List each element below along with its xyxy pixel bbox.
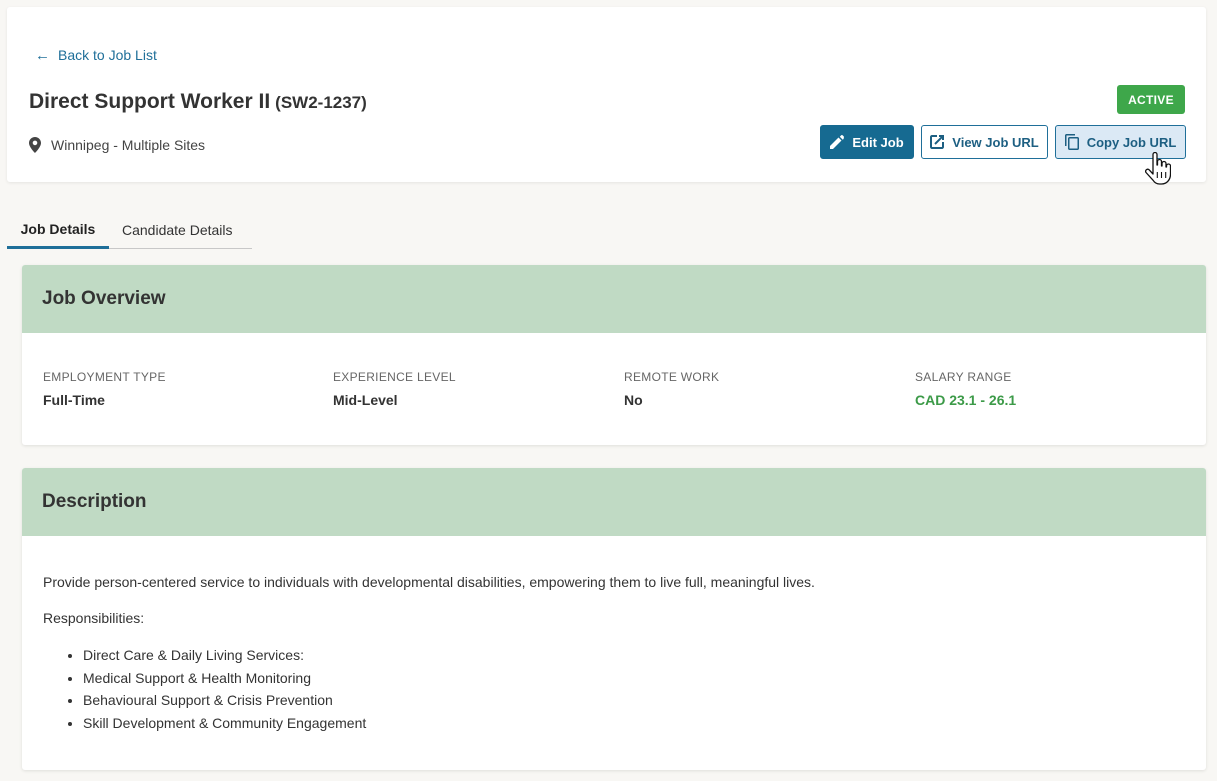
description-section: Description Provide person-centered serv… <box>22 468 1206 770</box>
responsibilities-list: Direct Care & Daily Living Services: Med… <box>43 644 1186 734</box>
arrow-left-icon: ← <box>35 46 50 64</box>
copy-job-url-label: Copy Job URL <box>1086 134 1177 150</box>
status-badge: ACTIVE <box>1117 85 1185 114</box>
hand-cursor-icon <box>1145 152 1171 185</box>
edit-job-button[interactable]: Edit Job <box>820 125 914 159</box>
description-title: Description <box>22 468 1206 536</box>
back-to-job-list-link[interactable]: ← Back to Job List <box>35 47 157 63</box>
experience-level-field: EXPERIENCE LEVEL Mid-Level <box>333 370 456 408</box>
job-title-text: Direct Support Worker II <box>29 90 271 113</box>
list-item: Direct Care & Daily Living Services: <box>83 644 1186 667</box>
view-job-url-label: View Job URL <box>952 134 1039 150</box>
experience-level-label: EXPERIENCE LEVEL <box>333 370 456 384</box>
employment-type-value: Full-Time <box>43 392 105 408</box>
employment-type-label: EMPLOYMENT TYPE <box>43 370 166 384</box>
view-job-url-button[interactable]: View Job URL <box>921 125 1048 159</box>
overview-grid: EMPLOYMENT TYPE Full-Time EXPERIENCE LEV… <box>22 333 1206 445</box>
job-location: Winnipeg - Multiple Sites <box>29 137 205 153</box>
experience-level-value: Mid-Level <box>333 392 398 408</box>
salary-range-label: SALARY RANGE <box>915 370 1012 384</box>
salary-range-field: SALARY RANGE CAD 23.1 - 26.1 <box>915 370 1016 408</box>
job-header-card: ← Back to Job List Direct Support Worker… <box>7 7 1206 182</box>
pencil-icon <box>830 135 845 149</box>
tab-candidate-details[interactable]: Candidate Details <box>109 211 246 249</box>
list-item: Behavioural Support & Crisis Prevention <box>83 689 1186 712</box>
copy-icon <box>1064 134 1079 150</box>
page-title: Direct Support Worker II (SW2-1237) <box>29 90 367 114</box>
edit-job-label: Edit Job <box>852 134 904 150</box>
employment-type-field: EMPLOYMENT TYPE Full-Time <box>43 370 166 408</box>
external-link-icon <box>930 135 945 149</box>
remote-work-label: REMOTE WORK <box>624 370 720 384</box>
description-body: Provide person-centered service to indiv… <box>22 536 1206 734</box>
responsibilities-label: Responsibilities: <box>43 610 145 626</box>
remote-work-value: No <box>624 392 643 408</box>
list-item: Medical Support & Health Monitoring <box>83 667 1186 690</box>
tab-job-details[interactable]: Job Details <box>7 211 109 249</box>
description-intro: Provide person-centered service to indiv… <box>43 574 815 590</box>
salary-range-value: CAD 23.1 - 26.1 <box>915 392 1017 408</box>
job-overview-title: Job Overview <box>22 265 1206 333</box>
location-text: Winnipeg - Multiple Sites <box>51 137 206 153</box>
job-overview-section: Job Overview EMPLOYMENT TYPE Full-Time E… <box>22 265 1206 445</box>
list-item: Skill Development & Community Engagement <box>83 712 1186 735</box>
job-tabs: Job Details Candidate Details <box>7 211 252 249</box>
back-link-label: Back to Job List <box>58 47 157 63</box>
map-pin-icon <box>29 137 41 153</box>
remote-work-field: REMOTE WORK No <box>624 370 719 408</box>
job-code: (SW2-1237) <box>275 93 367 112</box>
